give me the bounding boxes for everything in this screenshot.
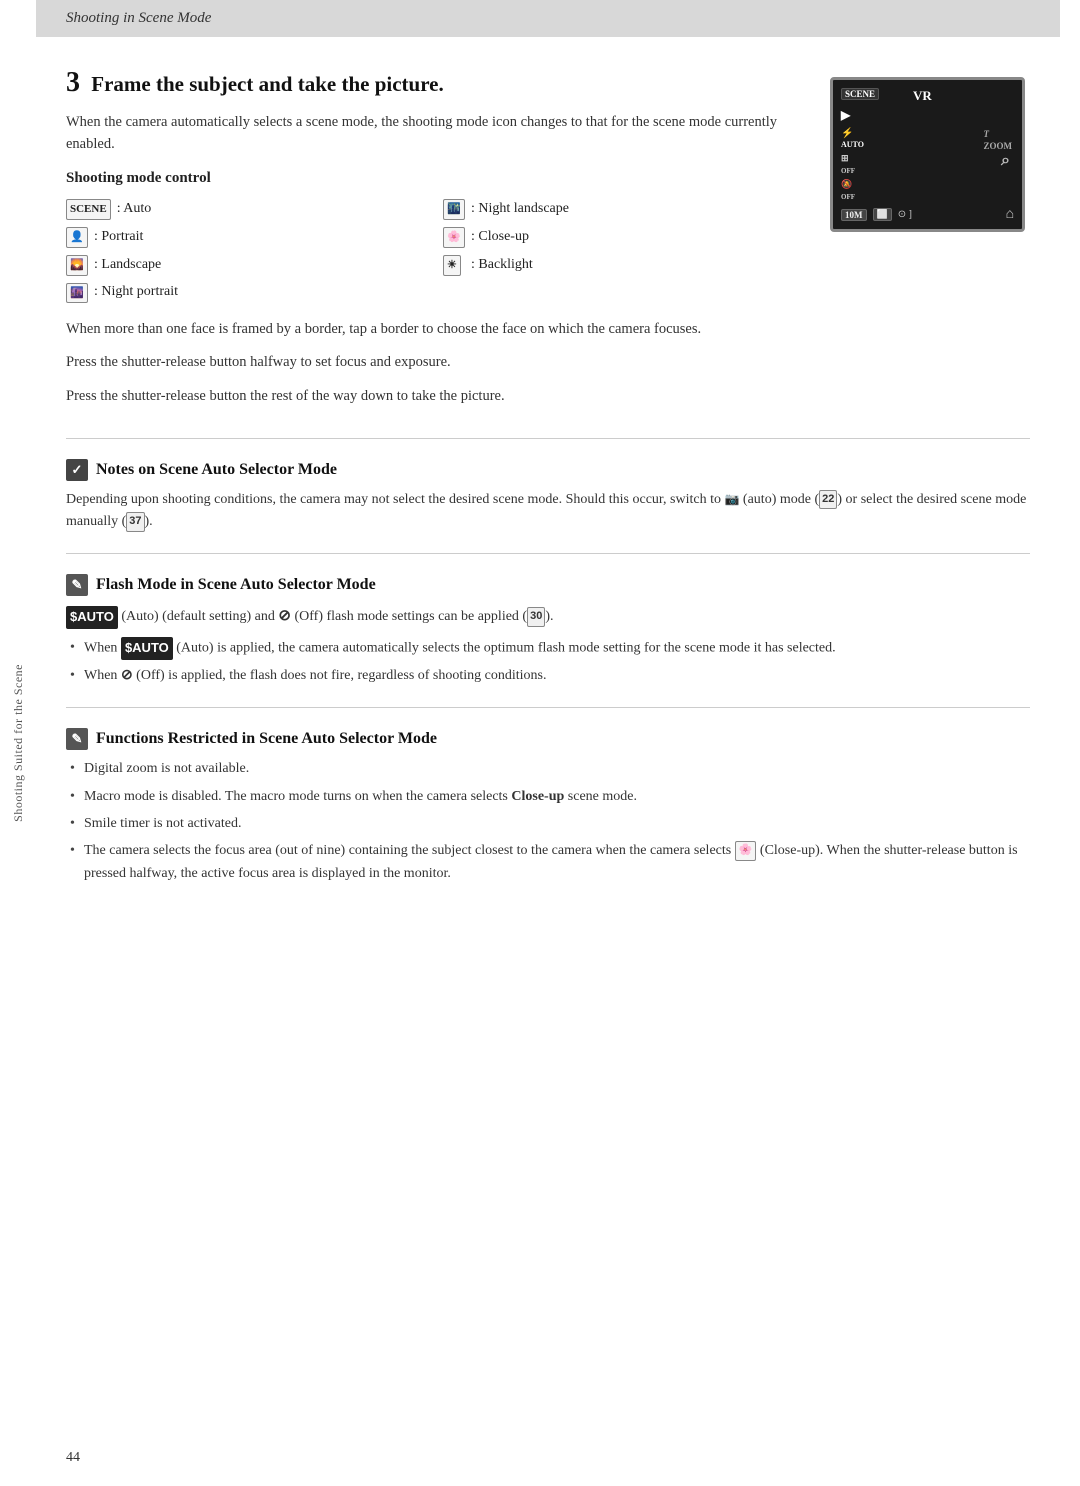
mode-closeup: 🌸 : Close-up: [443, 225, 800, 249]
cam-bottom-row: 10M ⬜ ⊙ ]: [841, 208, 1014, 221]
mode-label-portrait: : Portrait: [94, 225, 143, 249]
sidebar-label: Shooting Suited for the Scene: [11, 664, 26, 822]
mode-label-night-landscape: : Night landscape: [471, 197, 569, 221]
mode-label-backlight: : Backlight: [471, 253, 533, 277]
note-scene-auto-title: Notes on Scene Auto Selector Mode: [96, 461, 337, 479]
mode-night-portrait: 🌆 : Night portrait: [66, 280, 423, 304]
main-content: Shooting in Scene Mode 3 Frame the subje…: [36, 0, 1080, 1486]
func-bullet-3: Smile timer is not activated.: [66, 813, 1030, 835]
page-header: Shooting in Scene Mode: [36, 0, 1060, 37]
pencil-icon-2: ✎: [66, 728, 88, 750]
mode-icon-landscape: 🌄: [66, 253, 88, 275]
mode-icon-auto: SCENE: [66, 198, 111, 220]
mode-label-closeup: : Close-up: [471, 225, 529, 249]
functions-bullets: Digital zoom is not available. Macro mod…: [66, 758, 1030, 885]
section-divider-3: [66, 707, 1030, 708]
mode-icon-portrait: 👤: [66, 225, 88, 247]
mode-icon-backlight: ☀: [443, 253, 465, 275]
note-scene-auto-text: Depending upon shooting conditions, the …: [66, 489, 1030, 534]
header-title: Shooting in Scene Mode: [66, 10, 211, 26]
section-divider-2: [66, 553, 1030, 554]
mode-icon-closeup: 🌸: [443, 225, 465, 247]
cam-play-icon: ▶: [841, 108, 850, 123]
mode-landscape: 🌄 : Landscape: [66, 253, 423, 277]
cam-quality: ⊙ ]: [898, 209, 912, 220]
ref-22: 22: [819, 490, 837, 510]
step3-number: 3: [66, 67, 80, 98]
mode-night-landscape: 🌃 : Night landscape: [443, 197, 800, 221]
cam-home-icon: ⌂: [1006, 207, 1014, 223]
mode-backlight: ☀ : Backlight: [443, 253, 800, 277]
cam-zoom-t-icon: T ZOOM: [984, 128, 1013, 152]
camera-display: SCENE VR ▶ ⚡AUTO T ZOOM ⊞OFF ⌕: [830, 77, 1030, 418]
note-flash-mode: ✎ Flash Mode in Scene Auto Selector Mode…: [66, 574, 1030, 687]
cam-10m: 10M: [841, 209, 867, 221]
cam-auto-icon: 📷: [724, 492, 739, 507]
flash-bullet-1: When $AUTO (Auto) is applied, the camera…: [66, 637, 1030, 660]
mode-grid: SCENE : Auto 🌃 : Night landscape: [66, 197, 800, 304]
note-scene-auto-header: ✓ Notes on Scene Auto Selector Mode: [66, 459, 1030, 481]
fauto-bullet-icon: $AUTO: [121, 637, 173, 660]
note-functions-body: Digital zoom is not available. Macro mod…: [66, 758, 1030, 885]
mode-auto: SCENE : Auto: [66, 197, 423, 221]
mode-icon-night-portrait: 🌆: [66, 281, 88, 303]
func-bullet-1: Digital zoom is not available.: [66, 758, 1030, 780]
note-functions-title: Functions Restricted in Scene Auto Selec…: [96, 730, 437, 748]
shooting-mode-control-heading: Shooting mode control: [66, 170, 800, 187]
off-icon: ⊘: [121, 668, 133, 683]
body-text-3: Press the shutter-release button the res…: [66, 385, 800, 408]
body-text-2: Press the shutter-release button halfway…: [66, 351, 800, 374]
note-functions-header: ✎ Functions Restricted in Scene Auto Sel…: [66, 728, 1030, 750]
body-text-1: When more than one face is framed by a b…: [66, 318, 800, 341]
step3-content: 3 Frame the subject and take the picture…: [66, 67, 800, 418]
flash-mode-bullets: When $AUTO (Auto) is applied, the camera…: [66, 637, 1030, 687]
ref-37: 37: [126, 512, 144, 532]
note-flash-mode-body: $AUTO (Auto) (default setting) and ⊘ (Of…: [66, 604, 1030, 687]
mode-label-auto: : Auto: [117, 197, 152, 221]
fauto-icon: $AUTO: [66, 606, 118, 629]
cam-zoom-w-icon: ⌕: [1001, 152, 1010, 170]
step3-heading: 3 Frame the subject and take the picture…: [66, 67, 800, 99]
func-bullet-2: Macro mode is disabled. The macro mode t…: [66, 786, 1030, 808]
flash-bullet-2: When ⊘ (Off) is applied, the flash does …: [66, 665, 1030, 687]
cam-bst-icon: ⊞OFF: [841, 152, 855, 176]
cam-vr-icon: VR: [913, 88, 932, 104]
cam-flash-icon: ⚡AUTO: [841, 128, 864, 150]
step3-title: Frame the subject and take the picture.: [91, 72, 443, 96]
closeup-inline-icon: 🌸: [735, 841, 757, 861]
mode-label-night-portrait: : Night portrait: [94, 280, 178, 304]
cam-scene-icon: SCENE: [841, 88, 879, 100]
note-flash-mode-header: ✎ Flash Mode in Scene Auto Selector Mode: [66, 574, 1030, 596]
step3-description: When the camera automatically selects a …: [66, 111, 800, 156]
mode-label-landscape: : Landscape: [94, 253, 161, 277]
camera-screen: SCENE VR ▶ ⚡AUTO T ZOOM ⊞OFF ⌕: [830, 77, 1025, 232]
note-flash-mode-title: Flash Mode in Scene Auto Selector Mode: [96, 576, 376, 594]
mode-icon-night-landscape: 🌃: [443, 198, 465, 220]
mode-empty: [443, 280, 800, 304]
checkmark-icon: ✓: [66, 459, 88, 481]
func-bullet-4: The camera selects the focus area (out o…: [66, 840, 1030, 885]
step3-section: 3 Frame the subject and take the picture…: [66, 67, 1030, 418]
sidebar: Shooting Suited for the Scene: [0, 0, 36, 1486]
mode-portrait: 👤 : Portrait: [66, 225, 423, 249]
note-functions: ✎ Functions Restricted in Scene Auto Sel…: [66, 728, 1030, 885]
note-flash-mode-text: $AUTO (Auto) (default setting) and ⊘ (Of…: [66, 604, 1030, 628]
section-divider-1: [66, 438, 1030, 439]
note-scene-auto: ✓ Notes on Scene Auto Selector Mode Depe…: [66, 459, 1030, 534]
ref-30: 30: [527, 607, 545, 627]
page-number: 44: [66, 1450, 80, 1466]
pencil-icon: ✎: [66, 574, 88, 596]
cam-nb-icon: 🔕OFF: [841, 178, 855, 202]
note-scene-auto-body: Depending upon shooting conditions, the …: [66, 489, 1030, 534]
cam-ratio: ⬜: [873, 208, 892, 221]
